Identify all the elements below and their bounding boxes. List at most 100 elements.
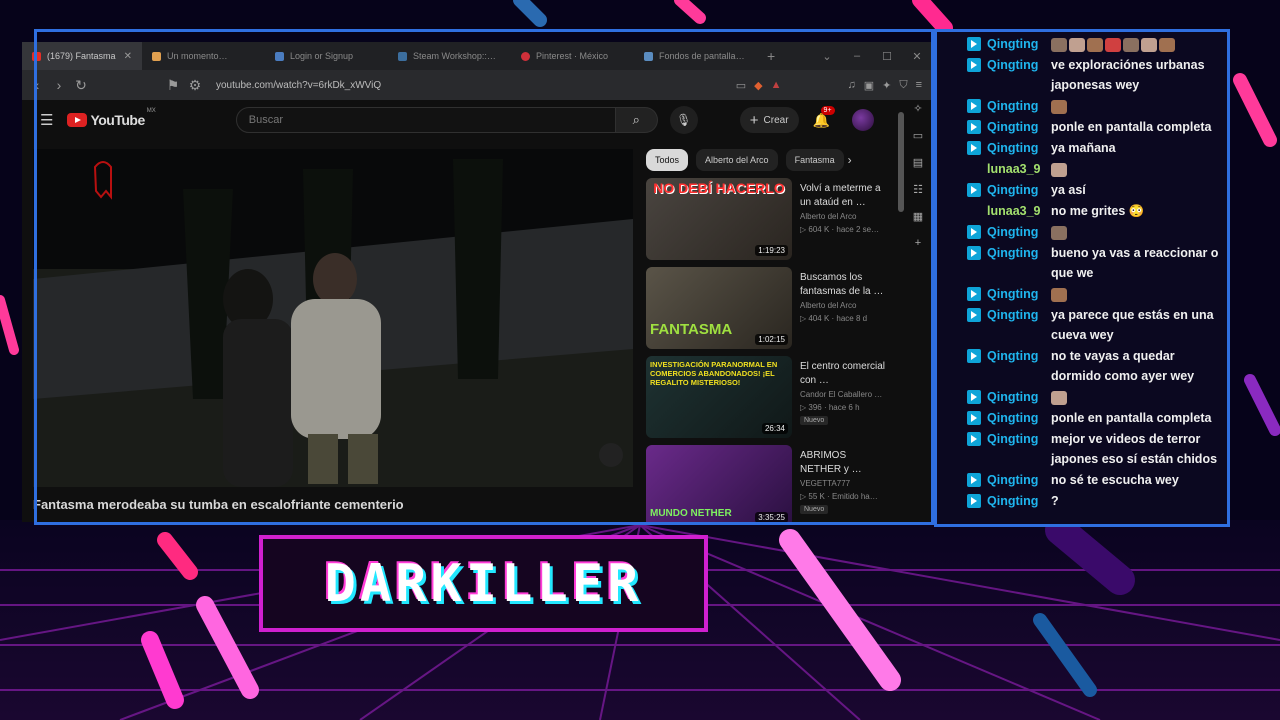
chip-all[interactable]: Todos: [646, 149, 689, 171]
wallet-icon[interactable]: ▭: [913, 129, 923, 142]
site-settings-icon[interactable]: ⚙: [184, 77, 206, 94]
search-input[interactable]: Buscar: [235, 107, 616, 133]
browser-tab[interactable]: Un momento…: [142, 42, 265, 70]
chat-message: lunaa3_9: [937, 159, 1227, 179]
voice-search-button[interactable]: 🎙: [669, 106, 698, 134]
minimize-icon[interactable]: –: [842, 50, 872, 62]
tab-search-icon[interactable]: ⌄: [812, 50, 842, 63]
emote-icon: [1141, 37, 1157, 52]
thumbnail-text: INVESTIGACIÓN PARANORMAL EN COMERCIOS AB…: [650, 360, 778, 387]
duration-badge: 1:02:15: [755, 334, 788, 345]
video-thumbnail[interactable]: FANTASMA 1:02:15: [646, 267, 792, 349]
channel-name[interactable]: Alberto del Arco: [800, 212, 856, 221]
extensions-icon[interactable]: ✦: [882, 79, 891, 92]
notifications-button[interactable]: 🔔 9+: [813, 105, 835, 129]
sidebar-toggle-icon[interactable]: ▣: [864, 79, 874, 92]
channel-name[interactable]: VEGETTA777: [800, 479, 850, 488]
chat-text: no me grites 😳: [1051, 204, 1145, 218]
bookmarks-icon[interactable]: ▤: [913, 156, 923, 169]
recommendation-title[interactable]: El centro comercial con …: [800, 360, 888, 388]
video-thumbnail[interactable]: MUNDO NETHER 3:35:25: [646, 445, 792, 522]
recommendation-title[interactable]: Buscamos los fantasmas de la …: [800, 271, 888, 299]
chat-username[interactable]: lunaa3_9: [987, 201, 1051, 221]
forward-icon[interactable]: ›: [48, 77, 70, 93]
chat-username[interactable]: Qingting: [987, 429, 1051, 449]
bookmark-icon[interactable]: ⚑: [162, 77, 184, 94]
chat-username[interactable]: Qingting: [987, 96, 1051, 116]
chip-channel[interactable]: Alberto del Arco: [696, 149, 778, 171]
tab-label: Un momento…: [167, 51, 228, 61]
chat-username[interactable]: Qingting: [987, 284, 1051, 304]
video-thumbnail[interactable]: NO DEBÍ HACERLO 1:19:23: [646, 178, 792, 260]
youtube-logo-text: YouTube: [90, 112, 145, 128]
chat-text: no sé te escucha wey: [1051, 473, 1179, 487]
chat-username[interactable]: Qingting: [987, 305, 1051, 325]
channel-name[interactable]: Candor El Caballero …: [800, 390, 882, 399]
recommendation-item[interactable]: INVESTIGACIÓN PARANORMAL EN COMERCIOS AB…: [646, 356, 906, 442]
recommendation-item[interactable]: NO DEBÍ HACERLO 1:19:23 Volví a meterme …: [646, 178, 906, 264]
chat-username[interactable]: Qingting: [987, 243, 1051, 263]
chat-username[interactable]: Qingting: [987, 346, 1051, 366]
recommendation-title[interactable]: Volví a meterme a un ataúd en …: [800, 182, 888, 210]
recommendation-title[interactable]: ABRIMOS NETHER y …: [800, 449, 888, 477]
chat-username[interactable]: lunaa3_9: [987, 159, 1051, 179]
chat-username[interactable]: Qingting: [987, 34, 1051, 54]
chat-message: Qingting: [937, 284, 1227, 304]
chat-text: ya parece que estás en una cueva wey: [1051, 308, 1214, 342]
avatar[interactable]: [851, 109, 874, 131]
create-button[interactable]: + Crear: [739, 107, 799, 133]
recommendation-item[interactable]: MUNDO NETHER 3:35:25 ABRIMOS NETHER y … …: [646, 445, 906, 522]
music-icon[interactable]: ♫: [847, 79, 855, 92]
scrollbar[interactable]: [898, 112, 904, 212]
youtube-logo[interactable]: YouTube MX: [67, 108, 156, 128]
new-tab-icon[interactable]: +: [757, 48, 785, 64]
prime-badge-icon: [967, 473, 981, 487]
chat-message: Qingting: [937, 96, 1227, 116]
chat-username[interactable]: Qingting: [987, 180, 1051, 200]
chat-username[interactable]: Qingting: [987, 470, 1051, 490]
reading-list-icon[interactable]: ☷: [913, 183, 923, 196]
browser-tab[interactable]: Fondos de pantalla Jar: [634, 42, 757, 70]
chat-username[interactable]: Qingting: [987, 491, 1051, 511]
add-panel-icon[interactable]: +: [915, 237, 921, 249]
search-button[interactable]: ⌕: [615, 107, 658, 133]
browser-tab[interactable]: Login or Signup: [265, 42, 388, 70]
cast-icon[interactable]: ▭: [736, 79, 746, 92]
chat-username[interactable]: Qingting: [987, 387, 1051, 407]
close-window-icon[interactable]: ✕: [902, 50, 932, 63]
hamburger-menu-icon[interactable]: ☰: [40, 111, 53, 129]
video-stats: ▷ 604 K · hace 2 se…: [800, 225, 880, 234]
reload-icon[interactable]: ↻: [70, 77, 92, 94]
chat-username[interactable]: Qingting: [987, 222, 1051, 242]
chat-username[interactable]: Qingting: [987, 138, 1051, 158]
menu-icon[interactable]: ≡: [916, 79, 922, 92]
leo-ai-icon[interactable]: ✧: [913, 102, 922, 115]
video-stats: ▷ 404 K · hace 8 d: [800, 314, 868, 323]
url-field[interactable]: youtube.com/watch?v=6rkDk_xWViQ: [216, 80, 381, 91]
video-player[interactable]: [33, 149, 633, 487]
region-code: MX: [146, 108, 156, 114]
recommendation-item[interactable]: FANTASMA 1:02:15 Buscamos los fantasmas …: [646, 267, 906, 353]
chat-text: mejor ve videos de terror japones eso sí…: [1051, 432, 1218, 466]
maximize-icon[interactable]: ☐: [872, 50, 902, 63]
video-stats: ▷ 396 · hace 6 h: [800, 403, 860, 412]
browser-tab[interactable]: Pinterest · México: [511, 42, 634, 70]
chat-text: ponle en pantalla completa: [1051, 411, 1212, 425]
browser-tab-active[interactable]: (1679) Fantasma ✕: [22, 42, 142, 70]
back-icon[interactable]: ‹: [26, 77, 48, 93]
chat-text: ya mañana: [1051, 141, 1116, 155]
browser-tab[interactable]: Steam Workshop::Real: [388, 42, 511, 70]
rewards-icon[interactable]: ▲: [771, 79, 782, 92]
chevron-right-icon[interactable]: ›: [848, 153, 852, 167]
video-thumbnail[interactable]: INVESTIGACIÓN PARANORMAL EN COMERCIOS AB…: [646, 356, 792, 438]
chat-username[interactable]: Qingting: [987, 408, 1051, 428]
chat-username[interactable]: Qingting: [987, 117, 1051, 137]
history-icon[interactable]: ▦: [913, 210, 923, 223]
tab-close-icon[interactable]: ✕: [124, 51, 132, 62]
chip-topic[interactable]: Fantasma: [785, 149, 844, 171]
channel-name[interactable]: Alberto del Arco: [800, 301, 856, 310]
brave-shield-icon[interactable]: ◆: [754, 79, 762, 92]
vpn-icon[interactable]: ⛉: [899, 79, 907, 92]
chat-username[interactable]: Qingting: [987, 55, 1051, 75]
prime-badge-icon: [967, 494, 981, 508]
